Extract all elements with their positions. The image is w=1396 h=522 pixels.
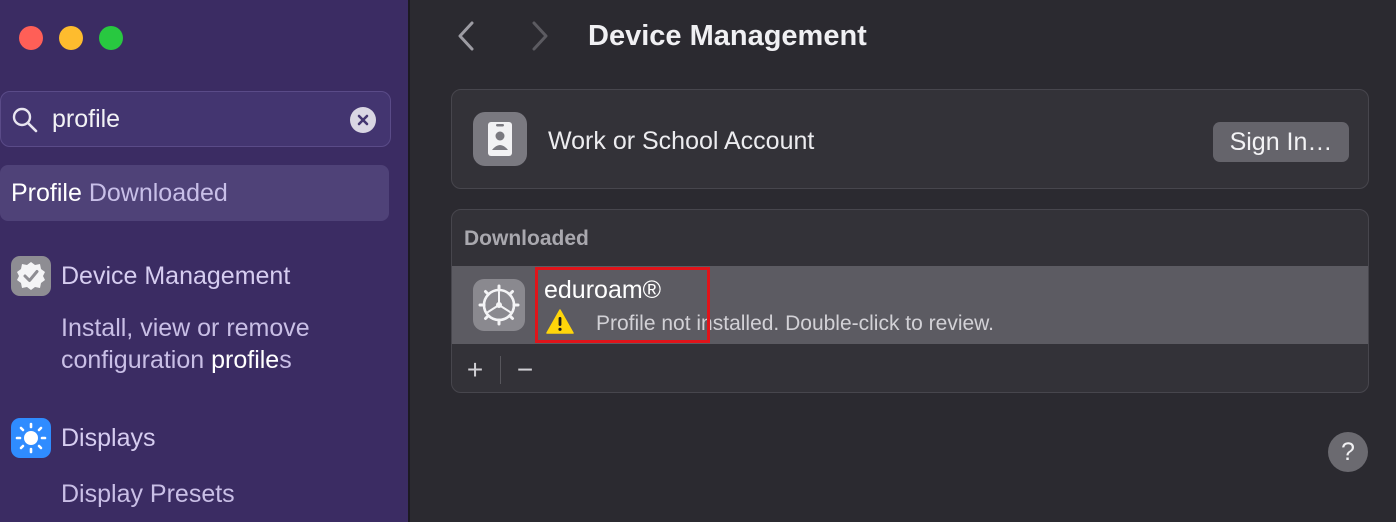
page-title: Device Management — [588, 20, 867, 52]
profile-list-toolbar: + − — [452, 344, 1368, 392]
sidebar-item-displays[interactable]: Displays — [61, 424, 155, 453]
toolbar-divider — [500, 356, 501, 384]
device-management-description[interactable]: Install, view or remove configuration pr… — [61, 312, 310, 376]
zoom-window-button[interactable] — [99, 26, 123, 50]
add-profile-button[interactable]: + — [458, 353, 492, 387]
close-window-button[interactable] — [19, 26, 43, 50]
description-tail-text: s — [279, 346, 292, 374]
back-chevron-icon[interactable] — [452, 18, 482, 54]
work-school-account-panel: Work or School Account Sign In… — [451, 89, 1369, 189]
search-input[interactable] — [52, 104, 332, 134]
result-rest-text: Downloaded — [81, 179, 228, 207]
profile-row-eduroam[interactable]: eduroam® Profile not installed. Double-c… — [452, 266, 1368, 344]
search-field[interactable] — [0, 91, 391, 147]
remove-profile-button[interactable]: − — [508, 353, 542, 387]
search-icon — [12, 107, 38, 133]
description-match-text: profile — [211, 346, 280, 374]
sign-in-button[interactable]: Sign In… — [1213, 122, 1349, 162]
sidebar-item-device-management[interactable]: Device Management — [61, 262, 290, 291]
sidebar: Profile Downloaded Device Management Ins… — [0, 0, 410, 522]
account-label: Work or School Account — [548, 127, 815, 155]
search-result-profile-downloaded[interactable]: Profile Downloaded — [0, 165, 389, 221]
highlight-box — [535, 267, 710, 343]
result-match-text: Profile — [11, 179, 82, 207]
forward-chevron-icon[interactable] — [524, 18, 554, 54]
description-text: configuration — [61, 346, 212, 374]
clear-search-icon[interactable] — [350, 107, 376, 133]
gear-checkmark-icon — [11, 256, 51, 296]
sun-icon — [11, 418, 51, 458]
sidebar-item-display-presets[interactable]: Display Presets — [61, 478, 235, 510]
section-header: Downloaded — [464, 227, 589, 250]
description-line-2: configuration profiles — [61, 344, 310, 376]
help-button[interactable]: ? — [1328, 432, 1368, 472]
description-line-1: Install, view or remove — [61, 314, 310, 342]
id-badge-icon — [473, 112, 527, 166]
minimize-window-button[interactable] — [59, 26, 83, 50]
downloaded-profiles-panel: Downloaded eduroam® Profile not installe… — [451, 209, 1369, 393]
search-result-label: Profile Downloaded — [11, 179, 228, 208]
settings-gear-icon — [473, 279, 525, 331]
